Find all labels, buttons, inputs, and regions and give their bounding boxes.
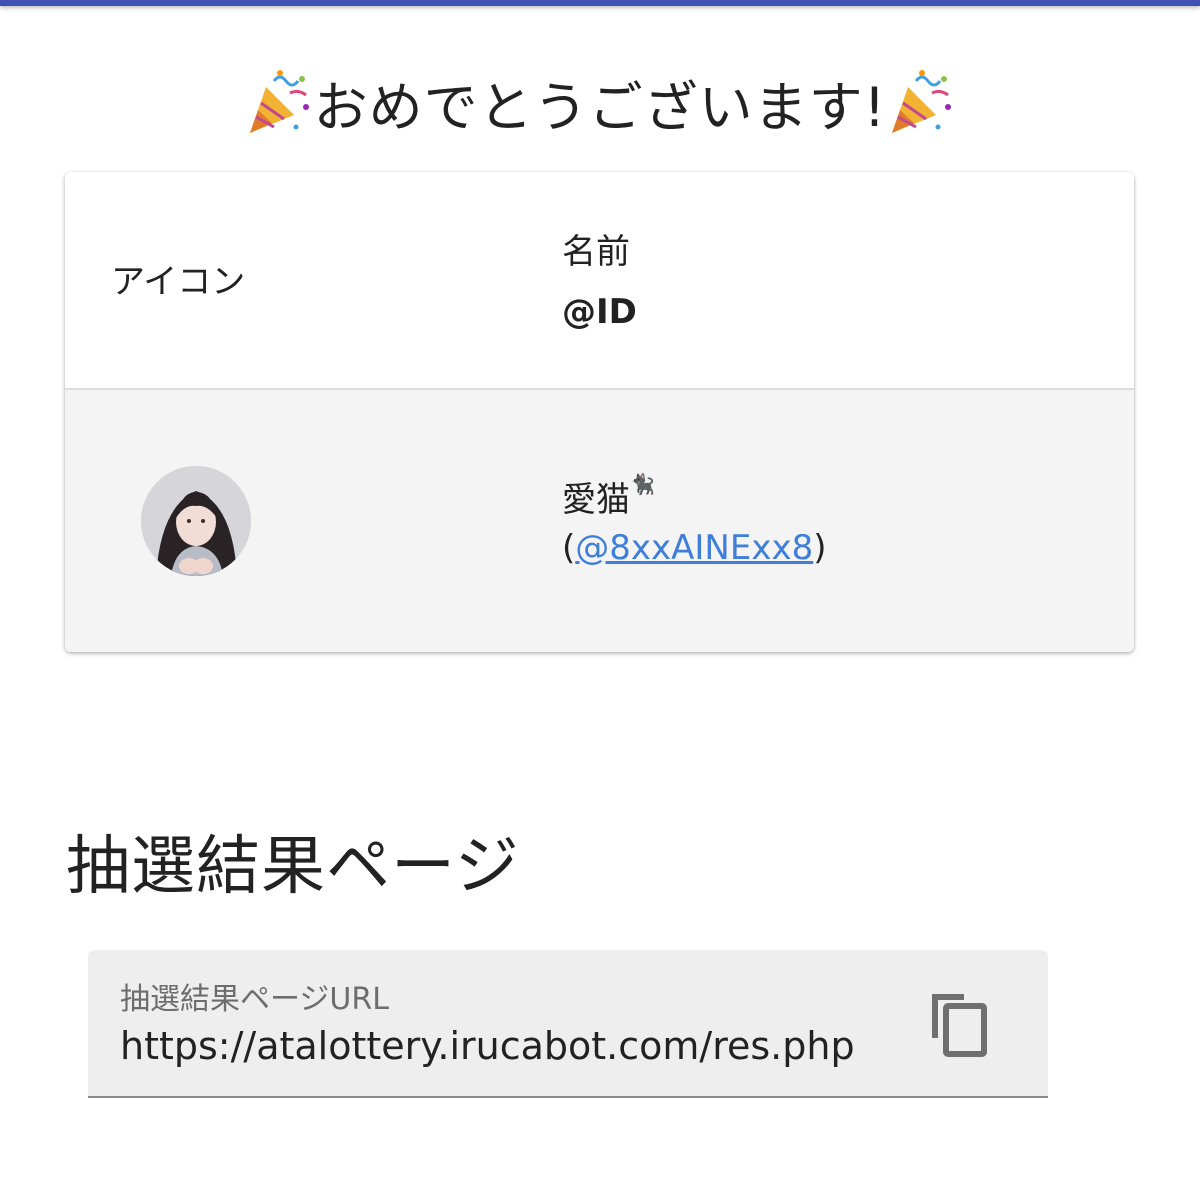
url-field-label: 抽選結果ページURL xyxy=(120,982,389,1017)
table-row: 愛猫🐈‍⬛ (@8xxAINExx8) xyxy=(65,390,1134,652)
header-id-label: @ID xyxy=(562,292,637,332)
congratulations-headline: おめでとうございます! xyxy=(0,62,1200,142)
header-name-label: 名前 xyxy=(562,232,630,272)
result-url-input[interactable] xyxy=(120,1024,886,1068)
winner-id-open-paren: ( xyxy=(562,528,576,568)
header-icon-label: アイコン xyxy=(111,262,246,302)
table-header: アイコン 名前 @ID xyxy=(65,172,1134,390)
party-popper-icon xyxy=(244,67,314,137)
winner-id: (@8xxAINExx8) xyxy=(562,528,826,568)
winner-id-link[interactable]: @8xxAINExx8 xyxy=(575,528,813,568)
headline-text: おめでとうございます! xyxy=(313,75,887,139)
winner-table-card: アイコン 名前 @ID 愛猫🐈‍⬛ (@8xxAINExx8) xyxy=(65,172,1134,652)
app-top-bar xyxy=(0,0,1200,6)
winner-id-close-paren: ) xyxy=(813,528,827,568)
cat-emoji-icon: 🐈‍⬛ xyxy=(630,472,655,496)
winner-name-text: 愛猫 xyxy=(562,480,630,520)
result-url-field: 抽選結果ページURL xyxy=(88,950,1048,1098)
party-popper-icon xyxy=(886,67,956,137)
section-title: 抽選結果ページ xyxy=(66,830,520,904)
copy-button[interactable] xyxy=(924,988,994,1058)
avatar xyxy=(141,466,251,576)
winner-name: 愛猫🐈‍⬛ xyxy=(562,472,655,521)
copy-icon xyxy=(932,994,987,1057)
